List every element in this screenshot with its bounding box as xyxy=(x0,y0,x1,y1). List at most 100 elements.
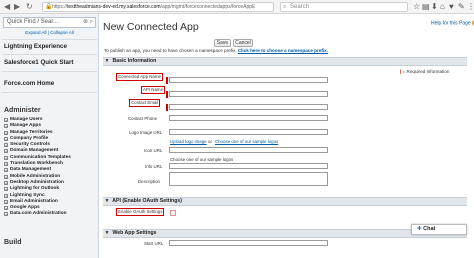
sidebar-item-label: Data.com Administration xyxy=(10,211,67,217)
contact-email-input[interactable] xyxy=(169,104,328,110)
sidebar-item-label: Google Apps xyxy=(10,205,40,211)
description-textarea[interactable] xyxy=(169,172,328,186)
collapse-triangle-icon[interactable]: ▼ xyxy=(103,58,111,65)
expand-icon[interactable]: + xyxy=(4,199,8,204)
administer-list: + Manage Users + Manage Apps + Manage Terri… xyxy=(4,117,98,218)
home-icon[interactable]: ⌂ xyxy=(440,2,445,12)
expand-icon[interactable]: + xyxy=(4,206,8,211)
sidebar-item-label: Manage Users xyxy=(10,117,43,122)
address-bar[interactable]: 🔒 https://testtheadmians-dev-ed.my.sales… xyxy=(42,2,274,12)
required-marker xyxy=(166,104,168,111)
section-api-oauth[interactable]: ▼ API (Enable OAuth Settings) xyxy=(103,197,467,206)
expand-icon[interactable]: + xyxy=(4,149,8,154)
back-icon[interactable]: ◀ xyxy=(4,2,10,12)
expand-icon[interactable]: + xyxy=(4,212,8,217)
expand-all-link[interactable]: Expand All xyxy=(25,30,46,35)
lock-icon: 🔒 xyxy=(45,4,53,10)
expand-icon[interactable]: + xyxy=(4,130,8,135)
expand-icon[interactable]: + xyxy=(4,162,8,167)
expand-icon[interactable]: + xyxy=(4,180,8,185)
pocket-icon[interactable]: ♥ xyxy=(449,2,454,12)
help-link[interactable]: Help for this Page ? xyxy=(431,20,474,26)
sidebar-header-administer: Administer xyxy=(4,107,41,114)
label-description: Description xyxy=(138,179,160,184)
browser-search-placeholder: Search xyxy=(290,4,310,10)
sidebar-item-label: Data Management xyxy=(10,167,52,173)
label-icon-url: Icon URL xyxy=(144,148,163,153)
label-start-url: Start URL xyxy=(144,241,164,246)
forward-icon[interactable]: ▶ xyxy=(14,2,20,12)
save-button[interactable]: Save xyxy=(214,39,231,47)
namespace-intro: To publish an app, you need to have chos… xyxy=(104,48,328,53)
browser-toolbar: ◀ ▶ ↻ 🔒 https://testtheadmians-dev-ed.my… xyxy=(0,0,474,14)
chat-button[interactable]: ✚ Chat xyxy=(411,224,467,235)
sidebar-link-salesforce1[interactable]: Salesforce1 Quick Start xyxy=(4,59,73,66)
logo-image-url-input[interactable] xyxy=(169,129,328,135)
label-connected-app-name: Connected App Name xyxy=(116,73,163,81)
sidebar-item-label: Translation Workbench xyxy=(10,161,63,167)
search-icon: ⌕ xyxy=(283,4,287,10)
sidebar-item-label: Mobile Administration xyxy=(10,173,61,179)
divider xyxy=(2,39,97,40)
choose-sample-icon-text: Choose one of our sample logos xyxy=(170,157,234,162)
upload-logo-link[interactable]: Upload logo image xyxy=(170,139,207,144)
namespace-link[interactable]: Click here to choose a namespace prefix. xyxy=(238,48,328,53)
contact-phone-input[interactable] xyxy=(169,115,328,121)
reader-icon[interactable]: ▤ xyxy=(422,2,430,12)
expand-icon[interactable]: + xyxy=(4,136,8,141)
page-title: New Connected App xyxy=(103,21,199,33)
expand-icon[interactable]: + xyxy=(4,187,8,192)
extension-icon[interactable]: ✎ xyxy=(458,2,465,12)
menu-icon[interactable]: ⋮ xyxy=(467,2,474,12)
sidebar-item-label: Lightning Sync xyxy=(10,192,45,198)
quick-find-input[interactable]: Quick Find / Sear... ⊗ ⌕ xyxy=(3,17,96,28)
section-title: Web App Settings xyxy=(112,230,157,236)
expand-icon[interactable]: + xyxy=(4,118,8,123)
sidebar-link-lightning-experience[interactable]: Lightning Experience xyxy=(4,43,67,50)
sidebar-item-label: Security Controls xyxy=(10,142,50,148)
expand-icon[interactable]: + xyxy=(4,174,8,179)
collapse-triangle-icon[interactable]: ▼ xyxy=(103,230,111,237)
required-marker xyxy=(166,91,168,98)
link-separator: | xyxy=(47,30,49,35)
sidebar-item-label: Company Profile xyxy=(10,135,49,141)
expand-icon[interactable]: + xyxy=(4,143,8,148)
reload-icon[interactable]: ↻ xyxy=(26,2,33,12)
section-basic-information[interactable]: ▼ Basic Information xyxy=(103,57,467,66)
collapse-all-link[interactable]: Collapse All xyxy=(50,30,74,35)
api-name-input[interactable] xyxy=(169,91,328,97)
sidebar-item-datacom-administration[interactable]: + Data.com Administration xyxy=(4,211,98,217)
section-title: Basic Information xyxy=(112,58,157,64)
collapse-triangle-icon[interactable]: ▼ xyxy=(103,198,111,205)
intro-text: To publish an app, you need to have chos… xyxy=(104,48,237,53)
download-icon[interactable]: ⬇ xyxy=(431,2,438,12)
label-api-name: API Name xyxy=(141,86,166,94)
label-logo-image-url: Logo Image URL xyxy=(129,130,163,135)
sidebar-item-label: Manage Apps xyxy=(10,123,42,129)
required-marker-icon: | xyxy=(400,69,402,74)
sidebar-item-label: Desktop Administration xyxy=(10,179,64,185)
star-icon[interactable]: ☆ xyxy=(413,2,420,12)
label-contact-email: Contact Email xyxy=(129,99,161,107)
enable-oauth-checkbox[interactable] xyxy=(170,210,176,216)
icon-url-input[interactable] xyxy=(169,147,328,153)
info-url-input[interactable] xyxy=(169,163,328,169)
browser-search-input[interactable]: ⌕ Search xyxy=(280,2,408,12)
expand-icon[interactable]: + xyxy=(4,124,8,129)
choose-sample-logo-link[interactable]: Choose one of our sample logos xyxy=(215,139,278,144)
sidebar-item-label: Domain Management xyxy=(10,148,59,154)
divider xyxy=(2,92,97,93)
chat-icon: ✚ xyxy=(417,226,422,232)
label-enable-oauth: Enable OAuth Settings xyxy=(116,208,165,216)
quick-find-icons[interactable]: ⊗ ⌕ xyxy=(83,18,93,27)
expand-icon[interactable]: + xyxy=(4,193,8,198)
connected-app-name-input[interactable] xyxy=(169,77,328,83)
expand-icon[interactable]: + xyxy=(4,155,8,160)
sidebar-header-build: Build xyxy=(4,239,22,246)
sidebar-item-label: Manage Territories xyxy=(10,129,53,135)
divider xyxy=(2,71,97,72)
expand-icon[interactable]: + xyxy=(4,168,8,173)
cancel-button[interactable]: Cancel xyxy=(233,39,253,47)
start-url-input[interactable] xyxy=(169,240,328,246)
sidebar-link-force-home[interactable]: Force.com Home xyxy=(4,80,54,87)
